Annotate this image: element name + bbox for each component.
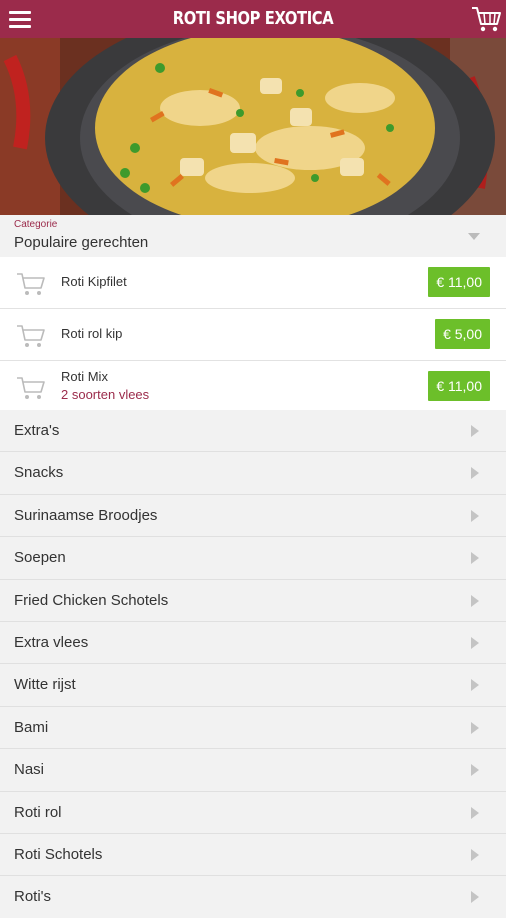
category-row[interactable]: Extra's xyxy=(0,410,506,453)
chevron-right-icon xyxy=(471,467,479,480)
category-name: Bami xyxy=(14,718,49,736)
add-to-cart-icon[interactable] xyxy=(14,320,48,350)
chevron-right-icon xyxy=(471,891,479,904)
chevron-right-icon xyxy=(471,764,479,777)
menu-item-name: Roti Mix xyxy=(61,369,108,384)
category-row[interactable]: Fried Chicken Schotels xyxy=(0,579,506,622)
category-name: Roti Schotels xyxy=(14,845,103,863)
category-list: Extra's Snacks Surinaamse Broodjes Soepe… xyxy=(0,410,506,918)
category-name: Roti rol xyxy=(14,803,62,821)
category-name: Snacks xyxy=(14,464,64,482)
category-row[interactable]: Roti rol xyxy=(0,791,506,834)
category-selected-value: Populaire gerechten xyxy=(14,234,149,251)
menu-item-row[interactable]: Roti rol kip € 5,00 xyxy=(0,309,506,361)
category-row[interactable]: Extra vlees xyxy=(0,621,506,665)
menu-item-subtitle: 2 soorten vlees xyxy=(61,387,150,402)
chevron-right-icon xyxy=(471,594,479,607)
price-button[interactable]: € 5,00 xyxy=(435,319,490,349)
hamburger-icon-bar xyxy=(9,25,31,28)
chevron-right-icon xyxy=(471,848,479,861)
category-name: Witte rijst xyxy=(14,676,76,694)
category-name: Fried Chicken Schotels xyxy=(14,591,169,609)
chevron-right-icon xyxy=(471,806,479,819)
add-to-cart-icon[interactable] xyxy=(14,268,48,298)
category-name: Extra vlees xyxy=(14,633,89,651)
hamburger-icon xyxy=(9,11,31,14)
category-name: Roti's xyxy=(14,888,52,906)
category-label: Categorie xyxy=(14,219,58,230)
category-dropdown[interactable]: Categorie Populaire gerechten xyxy=(0,215,506,257)
category-row[interactable]: Snacks xyxy=(0,452,506,495)
menu-button[interactable] xyxy=(6,6,34,32)
price-button[interactable]: € 11,00 xyxy=(428,371,490,401)
chevron-right-icon xyxy=(471,425,479,437)
category-row[interactable]: Witte rijst xyxy=(0,664,506,707)
menu-item-name: Roti Kipfilet xyxy=(61,274,127,289)
top-app-bar: ROTI SHOP EXOTICA xyxy=(0,0,506,38)
category-row[interactable]: Nasi xyxy=(0,749,506,792)
cart-icon xyxy=(472,7,501,32)
cart-button[interactable] xyxy=(470,4,502,34)
chevron-right-icon xyxy=(471,721,479,734)
hero-food-image xyxy=(0,38,506,215)
chevron-right-icon xyxy=(471,636,479,649)
category-row[interactable]: Soepen xyxy=(0,537,506,580)
menu-item-row[interactable]: Roti Kipfilet € 11,00 xyxy=(0,257,506,309)
chevron-right-icon xyxy=(471,552,479,565)
price-button[interactable]: € 11,00 xyxy=(428,267,490,297)
category-name: Nasi xyxy=(14,761,45,779)
dropdown-arrow-icon xyxy=(468,233,480,240)
menu-item-row[interactable]: Roti Mix 2 soorten vlees € 11,00 xyxy=(0,361,506,413)
category-row[interactable]: Bami xyxy=(0,706,506,750)
category-name: Surinaamse Broodjes xyxy=(14,506,158,524)
category-row[interactable]: Roti Schotels xyxy=(0,833,506,877)
category-row[interactable]: Surinaamse Broodjes xyxy=(0,494,506,538)
chevron-right-icon xyxy=(471,679,479,692)
hamburger-icon-bar xyxy=(9,18,31,21)
add-to-cart-icon[interactable] xyxy=(14,372,48,402)
popular-items-list: Roti Kipfilet € 11,00 Roti rol kip € 5,0… xyxy=(0,257,506,413)
menu-item-name: Roti rol kip xyxy=(61,326,123,341)
brand-logo: ROTI SHOP EXOTICA xyxy=(172,8,334,29)
chevron-right-icon xyxy=(471,509,479,522)
category-name: Extra's xyxy=(14,422,60,439)
category-name: Soepen xyxy=(14,549,66,567)
category-row[interactable]: Roti's xyxy=(0,876,506,918)
